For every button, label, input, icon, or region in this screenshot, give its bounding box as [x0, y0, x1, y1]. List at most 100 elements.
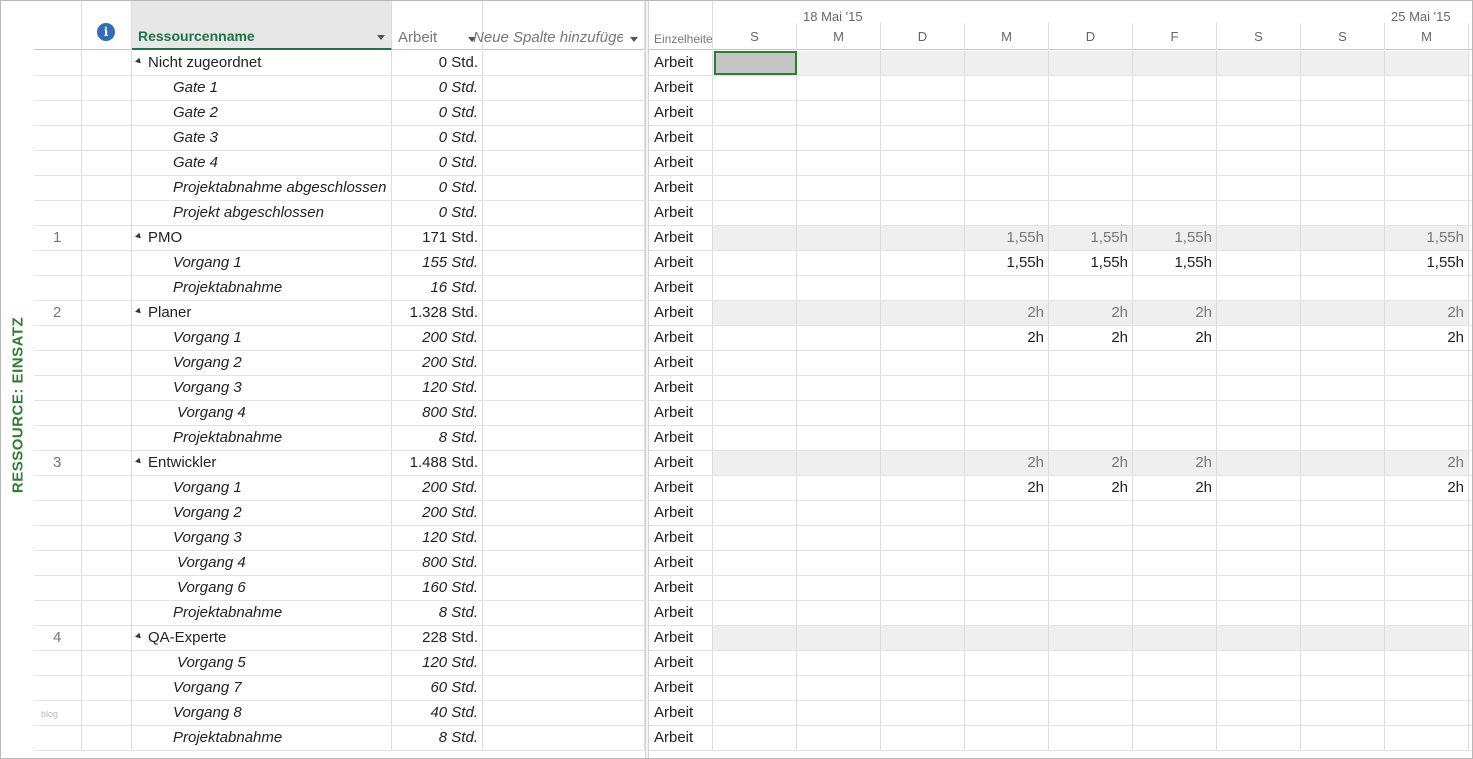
assignment-row[interactable]: Projektabnahme abgeschlossen 0 Std. — [34, 176, 645, 201]
timephased-work-cell[interactable] — [797, 476, 881, 500]
timephased-work-cell[interactable] — [1133, 426, 1217, 450]
indicator-cell[interactable] — [82, 51, 132, 75]
timephased-work-cell[interactable] — [1217, 401, 1301, 425]
timephased-work-cell[interactable] — [1217, 501, 1301, 525]
work-cell[interactable]: 200 Std. — [392, 351, 483, 375]
assignment-row[interactable]: Vorgang 2 200 Std. — [34, 351, 645, 376]
timephased-work-cell[interactable] — [1133, 626, 1217, 650]
indicators-column-header[interactable]: i — [82, 1, 132, 50]
timephased-work-cell[interactable] — [965, 651, 1049, 675]
day-header[interactable]: S — [1301, 23, 1385, 50]
timephased-work-cell[interactable] — [1049, 576, 1133, 600]
timephased-work-cell[interactable] — [1301, 226, 1385, 250]
timephased-work-cell[interactable] — [797, 426, 881, 450]
timephased-work-cell[interactable] — [1217, 451, 1301, 475]
timephased-work-cell[interactable] — [881, 476, 965, 500]
indicator-cell[interactable] — [82, 276, 132, 300]
timephased-work-cell[interactable] — [1301, 626, 1385, 650]
timephased-work-cell[interactable] — [1217, 276, 1301, 300]
work-cell[interactable]: 120 Std. — [392, 526, 483, 550]
timephased-work-cell[interactable] — [1385, 151, 1469, 175]
assignment-row[interactable]: Vorgang 7 60 Std. — [34, 676, 645, 701]
timephased-work-cell[interactable] — [713, 551, 797, 575]
timephased-work-cell[interactable] — [1301, 676, 1385, 700]
timephased-work-cell[interactable] — [1049, 51, 1133, 75]
timephased-work-cell[interactable] — [1385, 726, 1469, 750]
timephased-work-cell[interactable] — [965, 351, 1049, 375]
timephased-work-cell[interactable] — [1133, 726, 1217, 750]
work-cell[interactable]: 1.488 Std. — [392, 451, 483, 475]
details-cell[interactable]: Arbeit — [649, 701, 713, 725]
work-cell[interactable]: 0 Std. — [392, 151, 483, 175]
indicator-cell[interactable] — [82, 651, 132, 675]
view-bar-label[interactable]: RESSOURCE: EINSATZ — [1, 51, 34, 758]
timephased-work-cell[interactable] — [1385, 276, 1469, 300]
timephased-work-cell[interactable] — [1301, 526, 1385, 550]
indicator-cell[interactable] — [82, 176, 132, 200]
details-cell[interactable]: Arbeit — [649, 526, 713, 550]
work-cell[interactable]: 200 Std. — [392, 501, 483, 525]
timephased-work-cell[interactable] — [1217, 151, 1301, 175]
timephased-work-cell[interactable] — [965, 726, 1049, 750]
work-cell[interactable]: 120 Std. — [392, 651, 483, 675]
timephased-work-cell[interactable] — [1049, 651, 1133, 675]
timephased-work-cell[interactable] — [1217, 326, 1301, 350]
timephased-work-cell[interactable] — [1217, 201, 1301, 225]
new-column-cell[interactable] — [483, 576, 645, 600]
resource-name-cell[interactable]: Vorgang 4 — [132, 551, 392, 575]
work-column-header[interactable]: Arbeit — [392, 1, 483, 50]
timephased-work-cell[interactable] — [797, 376, 881, 400]
timephased-work-cell[interactable] — [1301, 576, 1385, 600]
timephased-work-cell[interactable] — [713, 651, 797, 675]
details-cell[interactable]: Arbeit — [649, 551, 713, 575]
timephased-work-cell[interactable] — [965, 501, 1049, 525]
work-cell[interactable]: 228 Std. — [392, 626, 483, 650]
timephased-work-cell[interactable] — [1133, 376, 1217, 400]
details-column-header[interactable]: Einzelheiten — [649, 1, 713, 50]
timephased-work-cell[interactable] — [965, 76, 1049, 100]
timephased-work-cell[interactable] — [713, 151, 797, 175]
timephased-work-cell[interactable] — [881, 601, 965, 625]
details-cell[interactable]: Arbeit — [649, 51, 713, 75]
timephased-work-cell[interactable] — [881, 426, 965, 450]
timephased-work-cell[interactable] — [965, 676, 1049, 700]
timephased-work-cell[interactable] — [881, 251, 965, 275]
timephased-work-cell[interactable] — [713, 676, 797, 700]
resource-name-cell[interactable]: Projektabnahme — [132, 601, 392, 625]
timephased-work-cell[interactable] — [713, 176, 797, 200]
timephased-work-cell[interactable] — [1301, 176, 1385, 200]
row-id[interactable] — [34, 176, 82, 200]
work-cell[interactable]: 40 Std. — [392, 701, 483, 725]
resource-name-cell[interactable]: Planer — [132, 301, 392, 325]
details-cell[interactable]: Arbeit — [649, 676, 713, 700]
details-cell[interactable]: Arbeit — [649, 151, 713, 175]
assignment-row[interactable]: Vorgang 5 120 Std. — [34, 651, 645, 676]
timephased-work-cell[interactable] — [1133, 151, 1217, 175]
details-cell[interactable]: Arbeit — [649, 576, 713, 600]
timephased-work-cell[interactable] — [881, 626, 965, 650]
timephased-work-cell[interactable] — [1301, 126, 1385, 150]
day-header[interactable]: D — [881, 23, 965, 50]
new-column-cell[interactable] — [483, 651, 645, 675]
timephased-work-cell[interactable] — [1133, 526, 1217, 550]
new-column-cell[interactable] — [483, 451, 645, 475]
resource-name-column-header[interactable]: Ressourcenname — [132, 1, 392, 50]
row-id[interactable] — [34, 376, 82, 400]
work-cell[interactable]: 120 Std. — [392, 376, 483, 400]
timephased-work-cell[interactable] — [797, 676, 881, 700]
timephased-work-cell[interactable] — [1301, 601, 1385, 625]
timephased-work-cell[interactable] — [713, 401, 797, 425]
timephased-work-cell[interactable] — [881, 301, 965, 325]
timephased-work-cell[interactable] — [1301, 101, 1385, 125]
timephased-work-cell[interactable] — [713, 451, 797, 475]
timephased-work-cell[interactable]: 1,55h — [965, 226, 1049, 250]
work-cell[interactable]: 16 Std. — [392, 276, 483, 300]
new-column-cell[interactable] — [483, 376, 645, 400]
timephased-work-cell[interactable] — [881, 676, 965, 700]
timephased-work-cell[interactable] — [1133, 51, 1217, 75]
details-cell[interactable]: Arbeit — [649, 451, 713, 475]
row-id[interactable] — [34, 651, 82, 675]
indicator-cell[interactable] — [82, 501, 132, 525]
indicator-cell[interactable] — [82, 726, 132, 750]
timephased-work-cell[interactable] — [965, 551, 1049, 575]
